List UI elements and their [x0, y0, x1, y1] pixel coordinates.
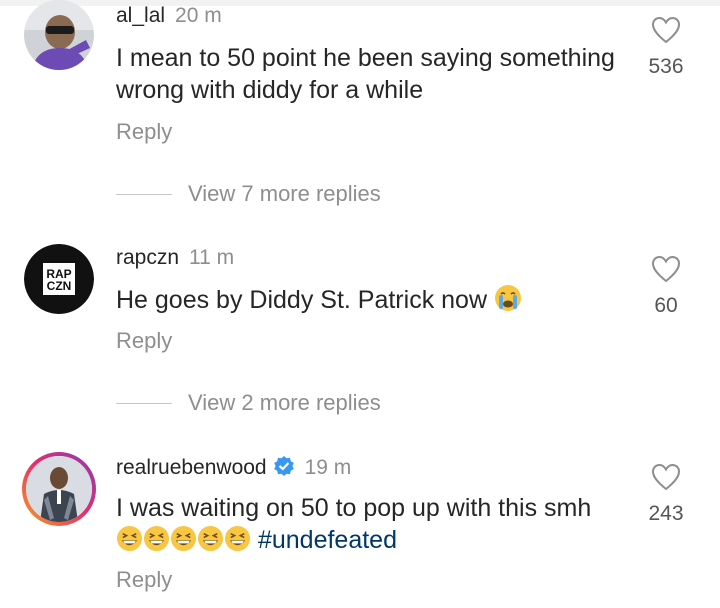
username[interactable]: realruebenwood — [116, 456, 267, 479]
comment-text-body: I was waiting on 50 to pop up with this … — [116, 494, 592, 522]
like-count: 243 — [648, 502, 684, 525]
grinning-squinting-face-icon — [143, 525, 170, 560]
grinning-squinting-emoji-row — [116, 525, 258, 554]
hashtag-link[interactable]: #undefeated — [258, 526, 397, 554]
avatar[interactable]: RAP CZN — [24, 244, 94, 314]
avatar — [26, 456, 92, 522]
comment-text: I mean to 50 point he been saying someth… — [116, 44, 615, 104]
svg-text:CZN: CZN — [47, 279, 72, 293]
grinning-squinting-face-icon — [116, 525, 143, 560]
story-ring-avatar[interactable] — [22, 452, 96, 526]
comment-meta: realruebenwood 19 m — [116, 455, 351, 483]
divider-line — [116, 193, 172, 195]
grinning-squinting-face-icon — [224, 525, 251, 560]
timestamp: 19 m — [304, 456, 352, 479]
like-group: 536 — [636, 16, 696, 79]
username[interactable]: al_lal — [116, 4, 165, 27]
comment-text: I was waiting on 50 to pop up with this … — [116, 492, 636, 560]
grinning-squinting-face-icon — [170, 525, 197, 560]
comment-text-body: He goes by Diddy St. Patrick now — [116, 286, 487, 314]
divider-line — [116, 402, 172, 404]
comment-text: He goes by Diddy St. Patrick now — [116, 284, 636, 320]
username[interactable]: rapczn — [116, 246, 179, 269]
user-avatar-image — [26, 456, 92, 522]
timestamp: 11 m — [189, 246, 235, 269]
top-divider — [0, 0, 720, 6]
like-group: 243 — [636, 463, 696, 526]
crying-face-emoji-icon — [494, 284, 522, 320]
reply-button[interactable]: Reply — [116, 119, 172, 145]
like-group: 60 — [636, 255, 696, 318]
verified-badge-icon — [273, 455, 295, 483]
comment-meta: al_lal 20 m — [116, 4, 222, 28]
reply-button[interactable]: Reply — [116, 328, 172, 354]
like-count: 536 — [648, 55, 684, 78]
view-replies-label: View 2 more replies — [188, 390, 381, 415]
timestamp: 20 m — [175, 4, 222, 27]
like-count: 60 — [654, 294, 678, 317]
grinning-squinting-face-icon — [197, 525, 224, 560]
rapczn-logo-avatar: RAP CZN — [24, 244, 94, 314]
view-more-replies[interactable]: View 7 more replies — [116, 181, 381, 207]
avatar[interactable] — [24, 0, 94, 70]
heart-icon[interactable] — [636, 255, 696, 288]
user-avatar-image — [24, 0, 94, 70]
heart-icon[interactable] — [636, 463, 696, 496]
comment-meta: rapczn 11 m — [116, 246, 234, 270]
reply-button[interactable]: Reply — [116, 567, 172, 593]
view-more-replies[interactable]: View 2 more replies — [116, 390, 381, 416]
heart-icon[interactable] — [636, 16, 696, 49]
view-replies-label: View 7 more replies — [188, 181, 381, 206]
